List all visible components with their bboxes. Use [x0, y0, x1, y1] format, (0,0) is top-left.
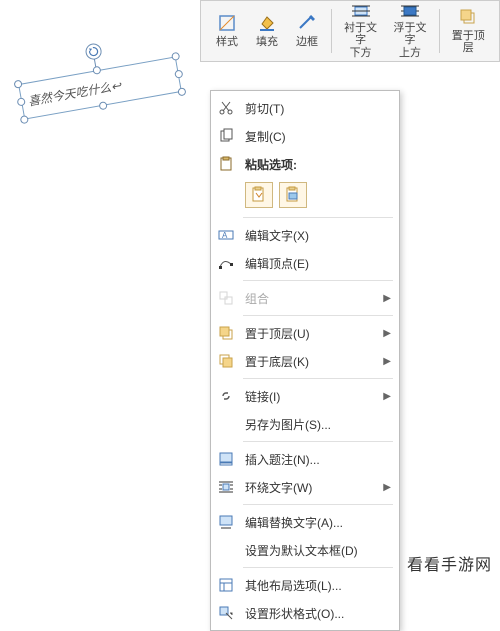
menu-divider — [243, 567, 393, 568]
menu-label: 其他布局选项(L)... — [245, 577, 391, 594]
chevron-right-icon: ▶ — [383, 482, 391, 493]
resize-handle-ne[interactable] — [171, 52, 180, 61]
menu-insert-caption[interactable]: 插入题注(N)... — [211, 445, 399, 473]
menu-copy[interactable]: 复制(C) — [211, 122, 399, 150]
toolbar-separator — [331, 9, 332, 53]
menu-label: 粘贴选项: — [245, 156, 391, 173]
resize-handle-s[interactable] — [98, 101, 107, 110]
above-text-label: 浮于文字 上方 — [391, 22, 428, 60]
menu-bring-front[interactable]: 置于顶层(U) ▶ — [211, 319, 399, 347]
resize-handle-sw[interactable] — [20, 115, 29, 124]
copy-icon — [217, 127, 235, 145]
bring-front-label: 置于顶层 — [450, 30, 487, 55]
menu-divider — [243, 217, 393, 218]
svg-text:A: A — [222, 231, 228, 240]
paste-options-row — [211, 178, 399, 214]
bring-front-icon — [217, 324, 235, 342]
style-label: 样式 — [216, 36, 238, 49]
blank-icon — [217, 415, 235, 433]
menu-label: 编辑文字(X) — [245, 227, 391, 244]
menu-label: 置于底层(K) — [245, 353, 373, 370]
cut-icon — [217, 99, 235, 117]
chevron-right-icon: ▶ — [383, 328, 391, 339]
behind-text-icon — [351, 3, 371, 19]
behind-text-button[interactable]: 衬于文字 下方 — [336, 5, 385, 57]
caption-icon — [217, 450, 235, 468]
menu-divider — [243, 441, 393, 442]
menu-wrap-text[interactable]: 环绕文字(W) ▶ — [211, 473, 399, 501]
rotate-handle[interactable] — [84, 42, 103, 61]
paste-as-picture[interactable] — [279, 182, 307, 208]
resize-handle-nw[interactable] — [13, 80, 22, 89]
menu-label: 链接(I) — [245, 388, 373, 405]
blank-icon — [217, 541, 235, 559]
paste-keep-formatting[interactable] — [245, 182, 273, 208]
menu-label: 插入题注(N)... — [245, 451, 391, 468]
send-back-icon — [217, 352, 235, 370]
border-icon — [297, 13, 317, 33]
menu-more-layout[interactable]: 其他布局选项(L)... — [211, 571, 399, 599]
border-button[interactable]: 边框 — [287, 5, 327, 57]
link-icon — [217, 387, 235, 405]
menu-divider — [243, 280, 393, 281]
menu-divider — [243, 504, 393, 505]
menu-alt-text[interactable]: 编辑替换文字(A)... — [211, 508, 399, 536]
resize-handle-w[interactable] — [17, 97, 26, 106]
format-toolbar: 样式 填充 边框 衬于文字 下方 浮于文字 上方 置于顶层 — [200, 0, 500, 62]
style-icon — [217, 13, 237, 33]
menu-link[interactable]: 链接(I) ▶ — [211, 382, 399, 410]
menu-group: 组合 ▶ — [211, 284, 399, 312]
menu-cut[interactable]: 剪切(T) — [211, 94, 399, 122]
resize-handle-se[interactable] — [177, 87, 186, 96]
menu-label: 另存为图片(S)... — [245, 416, 391, 433]
style-button[interactable]: 样式 — [207, 5, 247, 57]
resize-handle-n[interactable] — [92, 66, 101, 75]
menu-label: 设置为默认文本框(D) — [245, 542, 391, 559]
menu-label: 组合 — [245, 290, 373, 307]
chevron-right-icon: ▶ — [383, 356, 391, 367]
menu-label: 剪切(T) — [245, 100, 391, 117]
menu-set-default-textbox[interactable]: 设置为默认文本框(D) — [211, 536, 399, 564]
menu-label: 设置形状格式(O)... — [245, 605, 391, 622]
chevron-right-icon: ▶ — [383, 391, 391, 402]
border-label: 边框 — [296, 36, 318, 49]
format-shape-icon — [217, 604, 235, 622]
menu-label: 编辑替换文字(A)... — [245, 514, 391, 531]
menu-divider — [243, 315, 393, 316]
resize-handle-e[interactable] — [174, 69, 183, 78]
layout-icon — [217, 576, 235, 594]
document-canvas[interactable]: 喜然今天吃什么↩ — [10, 40, 210, 140]
menu-label: 复制(C) — [245, 128, 391, 145]
watermark-text: 看看手游网 — [407, 551, 492, 575]
toolbar-separator-2 — [439, 9, 440, 53]
context-menu: 剪切(T) 复制(C) 粘贴选项: A 编辑文字(X) 编辑顶点(E) — [210, 90, 400, 631]
above-text-icon — [400, 3, 420, 19]
chevron-right-icon: ▶ — [383, 293, 391, 304]
fill-icon — [257, 13, 277, 33]
edit-vertex-icon — [217, 254, 235, 272]
menu-paste-options-header: 粘贴选项: — [211, 150, 399, 178]
menu-save-as-picture[interactable]: 另存为图片(S)... — [211, 410, 399, 438]
menu-edit-vertex[interactable]: 编辑顶点(E) — [211, 249, 399, 277]
alt-text-icon — [217, 513, 235, 531]
bring-front-button[interactable]: 置于顶层 — [444, 5, 493, 57]
bring-front-icon — [458, 7, 478, 27]
fill-label: 填充 — [256, 36, 278, 49]
fill-button[interactable]: 填充 — [247, 5, 287, 57]
menu-edit-text[interactable]: A 编辑文字(X) — [211, 221, 399, 249]
paste-icon — [217, 155, 235, 173]
wrap-text-icon — [217, 478, 235, 496]
menu-format-shape[interactable]: 设置形状格式(O)... — [211, 599, 399, 627]
menu-divider — [243, 378, 393, 379]
menu-label: 置于顶层(U) — [245, 325, 373, 342]
edit-text-icon: A — [217, 226, 235, 244]
menu-send-back[interactable]: 置于底层(K) ▶ — [211, 347, 399, 375]
above-text-button[interactable]: 浮于文字 上方 — [385, 5, 434, 57]
menu-label: 编辑顶点(E) — [245, 255, 391, 272]
selected-text-box[interactable]: 喜然今天吃什么↩ — [18, 56, 182, 119]
group-icon — [217, 289, 235, 307]
behind-text-label: 衬于文字 下方 — [342, 22, 379, 60]
menu-label: 环绕文字(W) — [245, 479, 373, 496]
text-box-content: 喜然今天吃什么↩ — [27, 76, 123, 109]
